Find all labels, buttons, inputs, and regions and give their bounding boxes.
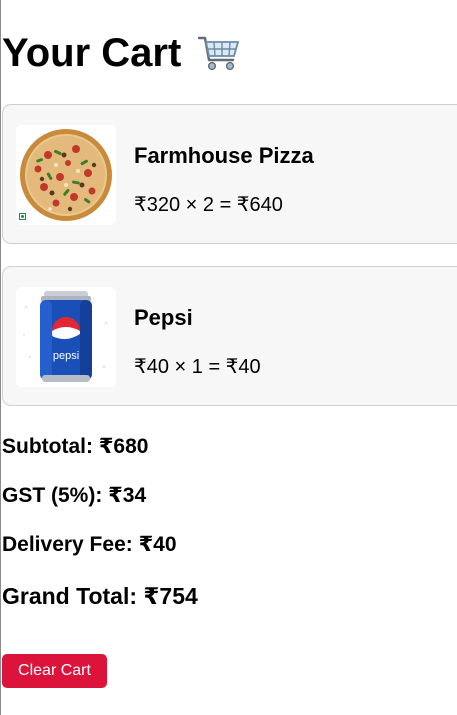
page-title: Your Cart [2,30,241,76]
shopping-cart-icon [197,33,241,73]
item-name: Pepsi [134,305,193,330]
pizza-image [16,125,116,225]
page-left-border [0,0,1,715]
item-name: Farmhouse Pizza [134,143,314,168]
clear-cart-button[interactable]: Clear Cart [2,654,107,688]
cart-item: pepsi Pepsi ₹40 × 1 = ₹40 [2,266,457,406]
pepsi-can-image: pepsi [16,287,116,387]
page-title-text: Your Cart [2,31,182,75]
veg-indicator-icon [19,213,26,220]
item-price-line: ₹40 × 1 = ₹40 [134,356,261,378]
item-price-line: ₹320 × 2 = ₹640 [134,194,283,216]
grand-total-text: Grand Total: ₹754 [2,583,198,609]
svg-text:pepsi: pepsi [53,350,79,362]
cart-item: Farmhouse Pizza ₹320 × 2 = ₹640 [2,104,457,244]
subtotal-text: Subtotal: ₹680 [2,435,149,458]
gst-text: GST (5%): ₹34 [2,484,147,507]
delivery-fee-text: Delivery Fee: ₹40 [2,533,177,556]
